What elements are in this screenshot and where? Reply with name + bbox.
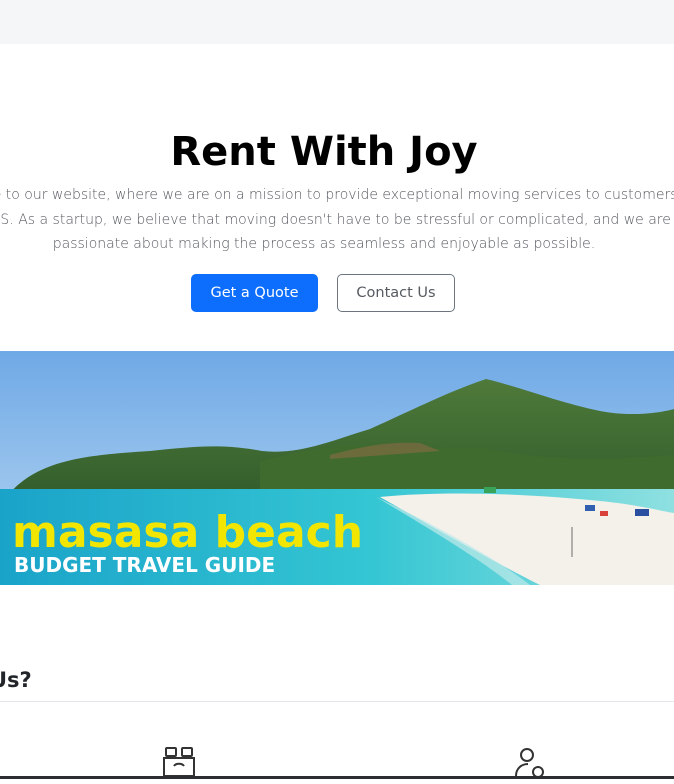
top-nav-bar [0,0,674,44]
banner-subheadline: BUDGET TRAVEL GUIDE [14,553,275,577]
hero-intro-line-1: ome to our website, where we are on a mi… [0,187,674,203]
contact-us-button[interactable]: Contact Us [337,274,455,312]
section-heading: Us? [0,668,32,692]
hero-intro-line-2: e US. As a startup, we believe that movi… [0,211,671,228]
hero-intro-line-3: passionate about making the process as s… [52,236,596,252]
hero-intro: ome to our website, where we are on a mi… [0,183,674,257]
section-divider [0,701,674,702]
hero-title: Rent With Joy [170,129,478,175]
banner-headline: masasa beach [12,507,363,558]
get-a-quote-button[interactable]: Get a Quote [191,274,318,312]
beach-banner-image: masasa beach BUDGET TRAVEL GUIDE [0,351,674,585]
